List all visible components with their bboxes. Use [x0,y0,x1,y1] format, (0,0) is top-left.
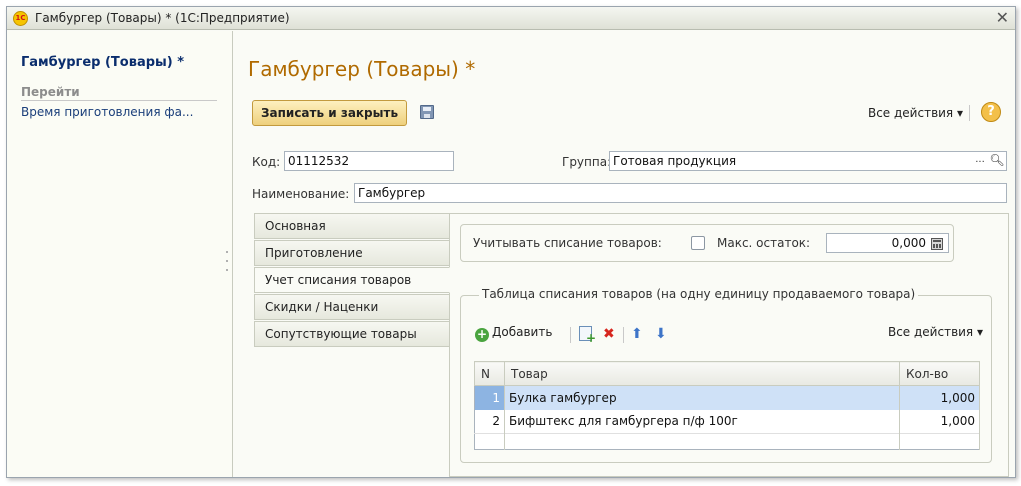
move-down-icon[interactable]: ⬇ [655,326,667,342]
row-number: 2 [474,409,505,434]
add-label: Добавить [492,325,553,339]
group-title: Таблица списания товаров (на одну единиц… [479,287,919,301]
table-empty-row[interactable] [474,433,980,450]
help-icon[interactable]: ? [981,102,1001,122]
column-qty[interactable]: Кол-во [899,361,980,386]
tab-main[interactable]: Основная [254,213,450,239]
form-area: Гамбургер (Товары) * Записать и закрыть … [234,31,1015,477]
column-n[interactable]: N [474,361,505,386]
add-button[interactable]: + Добавить [475,325,552,342]
name-field[interactable]: Гамбургер [354,183,1007,203]
toolbar-divider [969,105,970,121]
window-title: Гамбургер (Товары) * (1С:Предприятие) [35,11,290,25]
group-label: Группа: [562,155,612,169]
tab-cooking[interactable]: Приготовление [254,240,450,266]
close-icon[interactable]: ✕ [996,8,1009,27]
page-title: Гамбургер (Товары) * [248,57,476,81]
row-item[interactable]: Бифштекс для гамбургера п/ф 100г [504,409,900,434]
tab-related-goods[interactable]: Сопутствующие товары [254,321,450,347]
table-row[interactable]: 2 Бифштекс для гамбургера п/ф 100г 1,000 [474,409,980,434]
writeoff-table-group: Таблица списания товаров (на одну единиц… [460,287,992,463]
table-header-row: N Товар Кол-во [474,361,980,386]
add-icon: + [475,327,489,342]
title-bar: 1С Гамбургер (Товары) * (1С:Предприятие)… [7,7,1015,30]
copy-icon[interactable] [579,326,596,345]
writeoff-checkbox[interactable] [691,236,705,250]
navigation-panel: Гамбургер (Товары) * Перейти Время приго… [7,31,233,477]
row-number: 1 [474,385,505,410]
table-all-actions-menu[interactable]: Все действия ▾ [888,325,983,339]
writeoff-label: Учитывать списание товаров: [473,236,662,250]
max-stock-label: Макс. остаток: [717,236,811,250]
nav-link-cooking-time[interactable]: Время приготовления фа... [21,105,193,119]
calculator-icon[interactable] [931,238,943,250]
name-label: Наименование: [252,187,350,201]
save-and-close-button[interactable]: Записать и закрыть [252,100,408,126]
save-icon[interactable] [420,105,434,119]
nav-title: Гамбургер (Товары) * [21,55,185,70]
app-window: 1С Гамбургер (Товары) * (1С:Предприятие)… [6,6,1016,478]
writeoff-table[interactable]: N Товар Кол-во 1 Булка гамбургер 1,000 2 [474,361,980,450]
row-qty[interactable]: 1,000 [899,409,980,434]
delete-icon[interactable]: ✖ [603,326,615,342]
all-actions-menu[interactable]: Все действия ▾ [868,106,963,120]
select-button[interactable]: ... [972,152,988,170]
app-logo-icon: 1С [13,11,28,26]
group-field[interactable]: Готовая продукция [609,151,1007,171]
row-qty[interactable]: 1,000 [899,385,980,410]
writeoff-tab-panel: Учитывать списание товаров: Макс. остато… [449,213,1009,477]
move-up-icon[interactable]: ⬆ [631,326,643,342]
tab-writeoff[interactable]: Учет списания товаров [254,267,450,293]
writeoff-settings-box: Учитывать списание товаров: Макс. остато… [460,224,954,262]
column-item[interactable]: Товар [504,361,900,386]
toolbar-divider [570,327,571,343]
code-label: Код: [252,155,281,169]
search-icon[interactable]: 🔍︎ [989,152,1005,170]
toolbar-divider [623,327,624,343]
code-field[interactable]: 01112532 [284,151,454,171]
nav-section-goto: Перейти [21,85,217,101]
tab-discounts[interactable]: Скидки / Наценки [254,294,450,320]
splitter-grip[interactable] [225,251,229,291]
row-item[interactable]: Булка гамбургер [504,385,900,410]
table-row[interactable]: 1 Булка гамбургер 1,000 [474,385,980,410]
